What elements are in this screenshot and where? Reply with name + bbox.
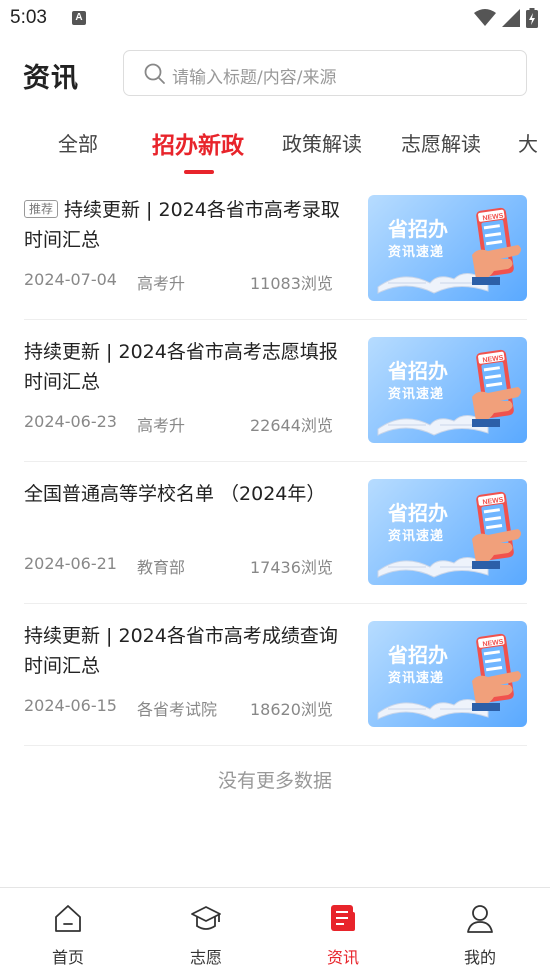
nav-mine[interactable]: 我的 <box>435 902 525 968</box>
news-title: 持续更新 | 2024各省市高考志愿填报时间汇总 <box>24 341 338 393</box>
home-icon <box>55 905 81 932</box>
news-source: 教育部 <box>137 558 186 577</box>
category-tabs: 全部 招办新政 政策解读 志愿解读 大 <box>0 118 550 178</box>
tab-all[interactable]: 全部 <box>58 128 98 157</box>
phone-news-illustration: NEWS <box>377 633 521 720</box>
bottom-nav: 首页 志愿 资讯 我的 <box>0 887 550 977</box>
news-thumbnail: 省招办 资讯速递 NEWS <box>368 479 527 585</box>
news-views: 18620浏览 <box>250 700 333 719</box>
status-time: 5:03 <box>10 7 47 28</box>
notification-icon: A <box>72 11 86 25</box>
tab-volunteer-interpretation[interactable]: 志愿解读 <box>401 128 481 157</box>
news-meta: 2024-06-23 高考升 22644浏览 <box>24 412 354 436</box>
phone-news-illustration: NEWS <box>377 491 521 578</box>
news-views: 22644浏览 <box>250 416 333 435</box>
tab-admission-policy[interactable]: 招办新政 <box>152 126 244 160</box>
news-meta: 2024-06-21 教育部 17436浏览 <box>24 554 354 578</box>
search-input[interactable]: 请输入标题/内容/来源 <box>123 50 527 96</box>
nav-home-label: 首页 <box>51 948 84 967</box>
news-date: 2024-06-15 <box>24 696 117 715</box>
tab-policy-interpretation[interactable]: 政策解读 <box>282 128 362 157</box>
news-thumbnail: 省招办 资讯速递 NEWS <box>368 337 527 443</box>
news-date: 2024-07-04 <box>24 270 117 289</box>
phone-news-illustration: NEWS <box>377 349 521 436</box>
status-bar: 5:03 A <box>0 0 550 36</box>
graduation-cap-icon <box>191 906 221 930</box>
news-title: 推荐 持续更新 | 2024各省市高考录取时间汇总 <box>24 195 354 255</box>
page-title: 资讯 <box>23 63 79 94</box>
news-source: 高考升 <box>137 274 186 293</box>
list-end-message: 没有更多数据 <box>217 770 332 792</box>
nav-news-label: 资讯 <box>326 948 359 967</box>
news-source: 各省考试院 <box>137 700 218 719</box>
nav-news[interactable]: 资讯 <box>298 902 388 968</box>
nav-volunteer[interactable]: 志愿 <box>161 902 251 968</box>
status-indicators <box>474 8 538 28</box>
news-title: 持续更新 | 2024各省市高考成绩查询时间汇总 <box>24 625 338 677</box>
signal-icon <box>502 9 520 27</box>
nav-volunteer-label: 志愿 <box>189 948 222 967</box>
news-date: 2024-06-21 <box>24 554 117 573</box>
news-views: 11083浏览 <box>250 274 333 293</box>
news-source: 高考升 <box>137 416 186 435</box>
search-placeholder: 请输入标题/内容/来源 <box>172 68 337 88</box>
news-date: 2024-06-23 <box>24 412 117 431</box>
search-icon <box>144 63 165 84</box>
news-meta: 2024-07-04 高考升 11083浏览 <box>24 270 354 294</box>
battery-icon <box>526 8 538 28</box>
wifi-icon <box>474 9 496 26</box>
news-icon <box>331 905 355 931</box>
tab-more[interactable]: 大 <box>518 128 538 157</box>
news-views: 17436浏览 <box>250 558 333 577</box>
news-item[interactable]: 持续更新 | 2024各省市高考成绩查询时间汇总 2024-06-15 各省考试… <box>24 604 527 746</box>
user-icon <box>467 905 493 933</box>
nav-home[interactable]: 首页 <box>23 902 113 968</box>
nav-mine-label: 我的 <box>463 948 496 967</box>
news-thumbnail: 省招办 资讯速递 NEWS <box>368 621 527 727</box>
news-item[interactable]: 推荐 持续更新 | 2024各省市高考录取时间汇总 2024-07-04 高考升 … <box>24 178 527 320</box>
page-header: 资讯 请输入标题/内容/来源 <box>0 44 550 104</box>
news-thumbnail: 省招办 资讯速递 NEWS <box>368 195 527 301</box>
active-tab-indicator <box>184 170 214 174</box>
phone-news-illustration: NEWS <box>377 207 521 294</box>
news-title: 全国普通高等学校名单 （2024年） <box>24 483 326 505</box>
recommend-badge: 推荐 <box>24 200 59 218</box>
news-meta: 2024-06-15 各省考试院 18620浏览 <box>24 696 354 720</box>
news-item[interactable]: 持续更新 | 2024各省市高考志愿填报时间汇总 2024-06-23 高考升 … <box>24 320 527 462</box>
news-item[interactable]: 全国普通高等学校名单 （2024年） 2024-06-21 教育部 17436浏… <box>24 462 527 604</box>
news-title-text: 持续更新 | 2024各省市高考录取时间汇总 <box>24 199 340 251</box>
